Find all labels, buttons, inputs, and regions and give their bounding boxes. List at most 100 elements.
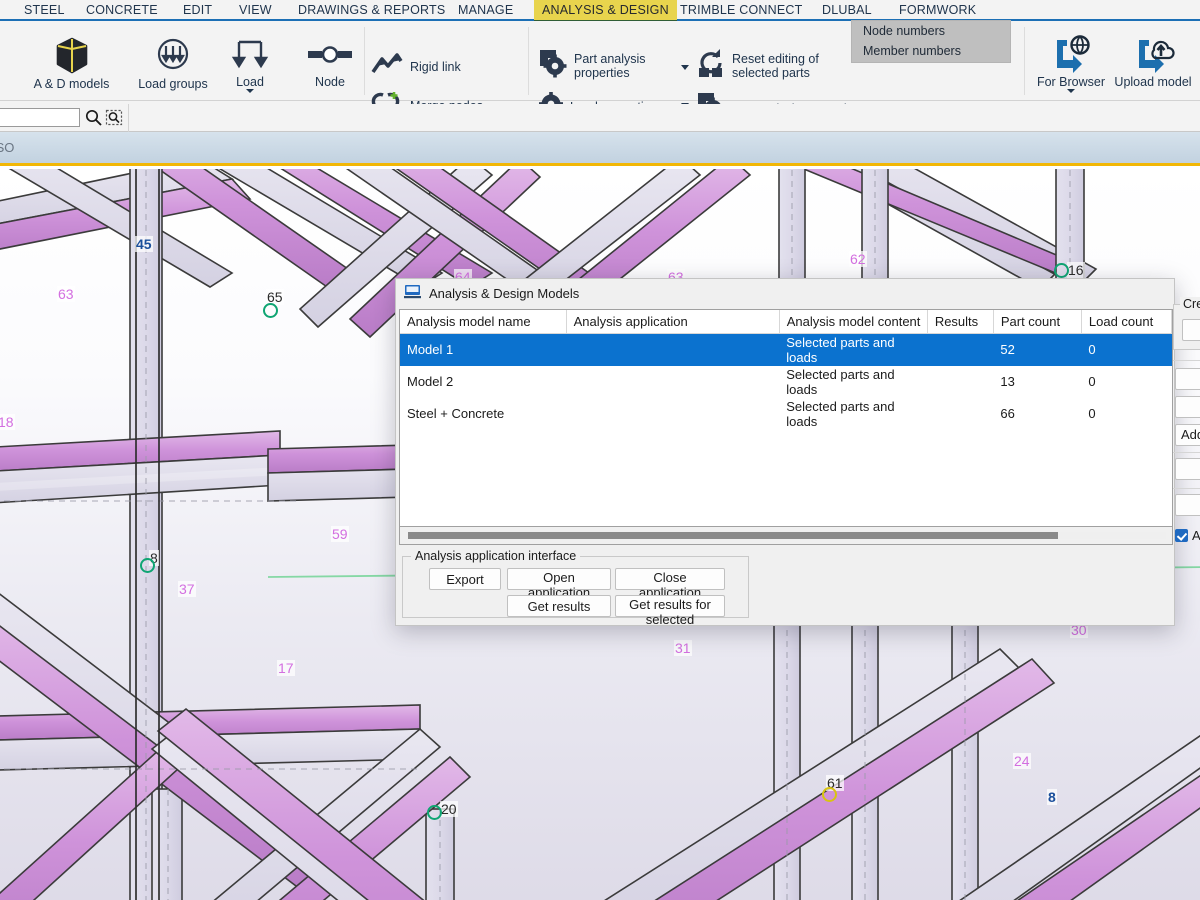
ribbon-tab-analysis-design[interactable]: ANALYSIS & DESIGN	[534, 0, 677, 23]
ribbon-tab-label: MANAGE	[458, 3, 514, 17]
ribbon-button-for-browser[interactable]: For Browser	[1032, 30, 1110, 102]
cell-application	[566, 333, 780, 366]
for-browser-icon	[1032, 34, 1110, 76]
ribbon-body: A & D models Load groups Load Node Rigid…	[0, 21, 1200, 121]
analysis-model-icon	[404, 284, 421, 304]
rigid-link-icon	[370, 52, 404, 81]
analysis-models-list[interactable]: Analysis model name Analysis application A…	[399, 309, 1173, 527]
ribbon-tab-concrete[interactable]: CONCRETE	[78, 0, 166, 21]
ribbon-separator	[364, 27, 365, 95]
properties-button[interactable]: P	[1175, 368, 1200, 390]
model-node-marker[interactable]	[1054, 263, 1069, 278]
ribbon-button-a-and-d-models[interactable]: A & D models	[14, 28, 129, 94]
ribbon-tab-bar: STEEL CONCRETE EDIT VIEW DRAWINGS & REPORTS M…	[0, 0, 1200, 23]
model-label: 31	[674, 640, 692, 656]
model-label: 8	[1047, 789, 1057, 805]
ribbon-tab-manage[interactable]: MANAGE	[450, 0, 521, 21]
search-icon[interactable]	[84, 108, 103, 127]
analysis-application-interface-group: Analysis application interface Export Op…	[402, 549, 749, 627]
cell-content: Selected parts and loads	[786, 398, 895, 429]
ribbon-tab-trimble-connect[interactable]: TRIMBLE CONNECT	[672, 0, 810, 21]
column-header[interactable]: Part count	[993, 310, 1082, 334]
new-model-button[interactable]: N	[1182, 319, 1200, 341]
chevron-down-icon[interactable]	[246, 89, 254, 93]
column-header[interactable]: Analysis model name	[400, 310, 567, 334]
view-tab-strip[interactable]: ISO	[0, 132, 1200, 166]
select-button[interactable]: S	[1175, 396, 1200, 418]
panel-button-5[interactable]	[1175, 494, 1200, 516]
scrollbar-thumb[interactable]	[408, 532, 1058, 539]
get-results-for-selected-button[interactable]: Get results for selected	[615, 595, 725, 627]
model-label: 17	[277, 660, 295, 676]
cell-content: Selected parts and loads	[786, 366, 895, 397]
model-label: 59	[331, 526, 349, 542]
model-label: 18	[0, 414, 15, 430]
model-node-marker[interactable]	[263, 303, 278, 318]
chevron-down-icon[interactable]	[681, 65, 689, 70]
menu-item-node-numbers[interactable]: Node numbers	[852, 21, 1010, 41]
model-node-marker[interactable]	[822, 787, 837, 802]
model-node-marker[interactable]	[427, 805, 442, 820]
close-application-button[interactable]: Close application	[615, 568, 725, 600]
ribbon-button-label: Load	[236, 75, 264, 89]
ribbon-dropdown-menu[interactable]: Node numbers Member numbers	[851, 20, 1011, 63]
ribbon-tab-dlubal[interactable]: DLUBAL	[814, 0, 880, 21]
ribbon: STEEL CONCRETE EDIT VIEW DRAWINGS & REPORTS M…	[0, 0, 1200, 121]
model-label: 37	[178, 581, 196, 597]
ribbon-button-label: Upload model	[1114, 75, 1192, 89]
export-button[interactable]: Export	[429, 568, 501, 590]
part-analysis-properties-icon	[538, 48, 568, 83]
model-label: 62	[849, 251, 867, 267]
search-box[interactable]	[0, 108, 80, 127]
ribbon-button-label: For Browser	[1036, 75, 1106, 89]
column-header[interactable]: Results	[927, 310, 994, 334]
list-horizontal-scrollbar[interactable]	[399, 527, 1173, 545]
search-area-icon[interactable]	[105, 108, 124, 127]
ribbon-tab-label: VIEW	[239, 3, 272, 17]
ribbon-tab-label: DRAWINGS & REPORTS	[298, 3, 446, 17]
ribbon-tab-label: STEEL	[24, 3, 65, 17]
add-button[interactable]: Add	[1175, 424, 1200, 446]
get-results-button[interactable]: Get results	[507, 595, 611, 617]
model-node-marker[interactable]	[140, 558, 155, 573]
panel-button-4[interactable]	[1175, 458, 1200, 480]
open-application-button[interactable]: Open application	[507, 568, 611, 600]
cell-name: Steel + Concrete	[407, 406, 505, 421]
chevron-down-icon[interactable]	[1067, 89, 1075, 93]
ribbon-command-reset-editing[interactable]: Reset editing of selected parts	[696, 48, 819, 83]
ribbon-command-label: Rigid link	[410, 59, 461, 74]
ribbon-button-load-groups[interactable]: Load groups	[133, 28, 213, 94]
ribbon-command-part-analysis-properties[interactable]: Part analysis properties	[538, 48, 646, 83]
model-label: 63	[57, 286, 75, 302]
table-row[interactable]: Model 1 Selected parts and loads 52 0	[400, 333, 1172, 366]
cell-load-count: 0	[1088, 374, 1096, 389]
analysis-design-models-dialog[interactable]: Analysis & Design Models Analysis model …	[395, 278, 1175, 627]
ribbon-button-label: A & D models	[33, 77, 110, 91]
menu-item-member-numbers[interactable]: Member numbers	[852, 41, 1010, 61]
search-input[interactable]	[0, 109, 79, 127]
ribbon-tab-edit[interactable]: EDIT	[175, 0, 220, 21]
table-row[interactable]: Model 2 Selected parts and loads 13 0	[400, 366, 1172, 398]
auto-checkbox-row[interactable]: Au	[1175, 528, 1200, 543]
ribbon-tab-steel[interactable]: STEEL	[16, 0, 73, 21]
ribbon-tab-formwork[interactable]: FORMWORK	[891, 0, 984, 21]
ribbon-command-rigid-link[interactable]: Rigid link	[370, 52, 461, 81]
dialog-title-bar[interactable]: Analysis & Design Models	[396, 279, 1174, 308]
model-label: 20	[440, 801, 458, 817]
analysis-models-table: Analysis model name Analysis application A…	[400, 310, 1173, 430]
ribbon-button-load[interactable]: Load	[217, 28, 283, 98]
column-header[interactable]: Load count	[1081, 310, 1173, 334]
dialog-side-panel[interactable]: Cre N P S Add Au	[1167, 297, 1200, 558]
table-header-row: Analysis model name Analysis application A…	[400, 310, 1173, 334]
ribbon-button-node[interactable]: Node	[296, 28, 364, 94]
column-header[interactable]: Analysis model content	[779, 310, 928, 334]
ribbon-tab-view[interactable]: VIEW	[231, 0, 280, 21]
auto-checkbox[interactable]	[1175, 529, 1188, 542]
ribbon-button-label: Node	[315, 75, 345, 89]
ribbon-tab-drawings-reports[interactable]: DRAWINGS & REPORTS	[290, 0, 453, 21]
table-row[interactable]: Steel + Concrete Selected parts and loads…	[400, 398, 1172, 430]
load-groups-icon	[133, 34, 213, 78]
column-header[interactable]: Analysis application	[566, 310, 780, 334]
ribbon-separator	[1024, 27, 1025, 95]
ribbon-button-upload-model[interactable]: Upload model	[1110, 30, 1196, 102]
